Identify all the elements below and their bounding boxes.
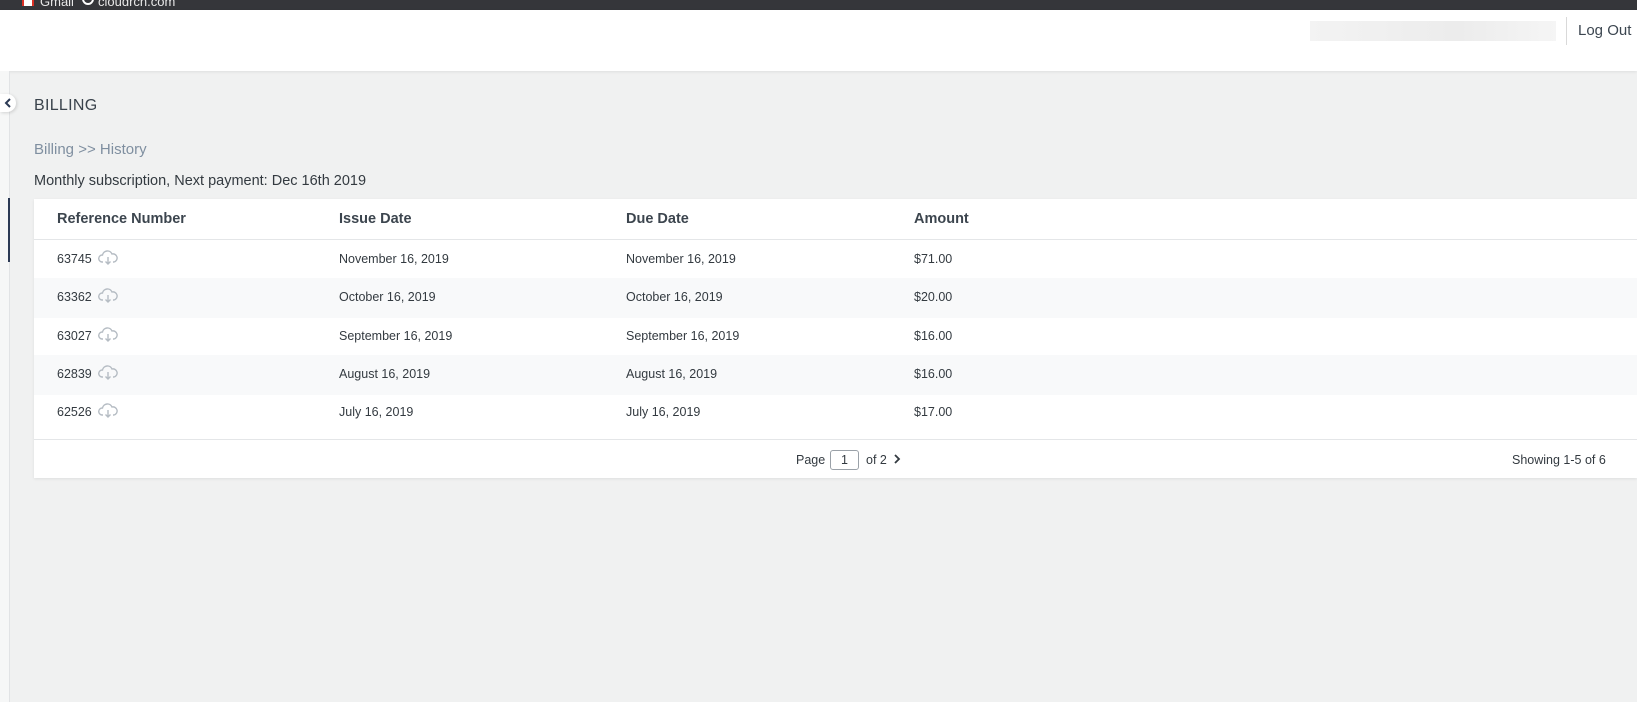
amount: $20.00	[914, 290, 953, 305]
page-label: Page	[796, 453, 826, 467]
sidebar-active-indicator	[8, 198, 10, 262]
logout-button[interactable]: Log Out	[1578, 22, 1631, 39]
table-row: 63027 September 16, 2019 September 16, 201…	[34, 317, 1637, 357]
cloud-download-icon[interactable]	[98, 365, 118, 381]
due-date: July 16, 2019	[626, 405, 701, 420]
issue-date: October 16, 2019	[339, 290, 436, 305]
sidebar-rail	[0, 71, 10, 702]
bookmarks-bar: Gmail cloudrch.com	[0, 0, 1637, 10]
due-date: November 16, 2019	[626, 252, 736, 266]
breadcrumb: Billing >> History	[34, 141, 147, 158]
table-row: 63745 November 16, 2019 November 16, 2019 $…	[34, 240, 1637, 280]
table-row: 62839 August 16, 2019 August 16, 2019 $16.0…	[34, 354, 1637, 395]
billing-history-table: Reference Number Issue Date Due Date Amo…	[34, 199, 1637, 478]
chevron-left-icon	[4, 98, 11, 108]
globe-icon	[82, 0, 94, 5]
bookmark-cloudrch-label: cloudrch.com	[98, 0, 176, 9]
page-number-input[interactable]	[830, 450, 859, 470]
reference-number: 62526	[57, 405, 92, 420]
column-header-due-date[interactable]: Due Date	[626, 211, 689, 227]
amount: $16.00	[914, 366, 953, 381]
breadcrumb-billing-link[interactable]: Billing	[34, 141, 74, 158]
reference-number: 62839	[57, 366, 92, 381]
page-count: of 2	[866, 453, 887, 467]
user-account-info[interactable]	[1310, 21, 1556, 41]
amount: $16.00	[914, 328, 953, 343]
due-date: September 16, 2019	[626, 328, 740, 343]
issue-date: September 16, 2019	[339, 328, 453, 343]
subscription-info: Monthly subscription, Next payment: Dec …	[34, 173, 367, 189]
issue-date: July 16, 2019	[339, 405, 414, 420]
due-date: August 16, 2019	[626, 366, 718, 381]
reference-number: 63027	[57, 328, 92, 343]
reference-number: 63362	[57, 290, 92, 305]
page-title: BILLING	[34, 97, 98, 114]
issue-date: November 16, 2019	[339, 252, 449, 266]
cloud-download-icon[interactable]	[98, 326, 118, 343]
cloud-download-icon[interactable]	[98, 403, 118, 419]
table-row: 62526 July 16, 2019 July 16, 2019 $17.00	[34, 393, 1637, 433]
table-row: 63362 October 16, 2019 October 16, 2019 $20…	[34, 278, 1637, 319]
column-header-issue-date[interactable]: Issue Date	[339, 211, 412, 227]
breadcrumb-separator: >>	[78, 141, 96, 158]
amount: $71.00	[914, 252, 953, 266]
bookmark-gmail[interactable]: Gmail	[22, 0, 74, 9]
column-header-reference[interactable]: Reference Number	[57, 211, 186, 227]
showing-count: Showing 1-5 of 6	[1512, 453, 1606, 467]
bookmark-gmail-label: Gmail	[40, 0, 74, 9]
breadcrumb-history: History	[99, 141, 147, 158]
next-page-chevron-icon[interactable]	[891, 450, 905, 468]
table-header: Reference Number Issue Date Due Date Amo…	[34, 199, 1637, 240]
reference-number: 63745	[57, 252, 92, 266]
issue-date: August 16, 2019	[339, 366, 431, 381]
cloud-download-icon[interactable]	[98, 250, 118, 266]
column-header-amount[interactable]: Amount	[914, 211, 969, 227]
cloud-download-icon[interactable]	[98, 288, 118, 304]
sidebar-toggle-button[interactable]	[0, 94, 16, 112]
due-date: October 16, 2019	[626, 290, 723, 305]
bookmark-cloudrch[interactable]: cloudrch.com	[82, 0, 175, 8]
amount: $17.00	[914, 405, 953, 420]
table-footer: Page of 2 Showing 1-5 of 6	[34, 439, 1637, 478]
gmail-icon	[22, 0, 34, 6]
header-divider	[1566, 17, 1567, 45]
